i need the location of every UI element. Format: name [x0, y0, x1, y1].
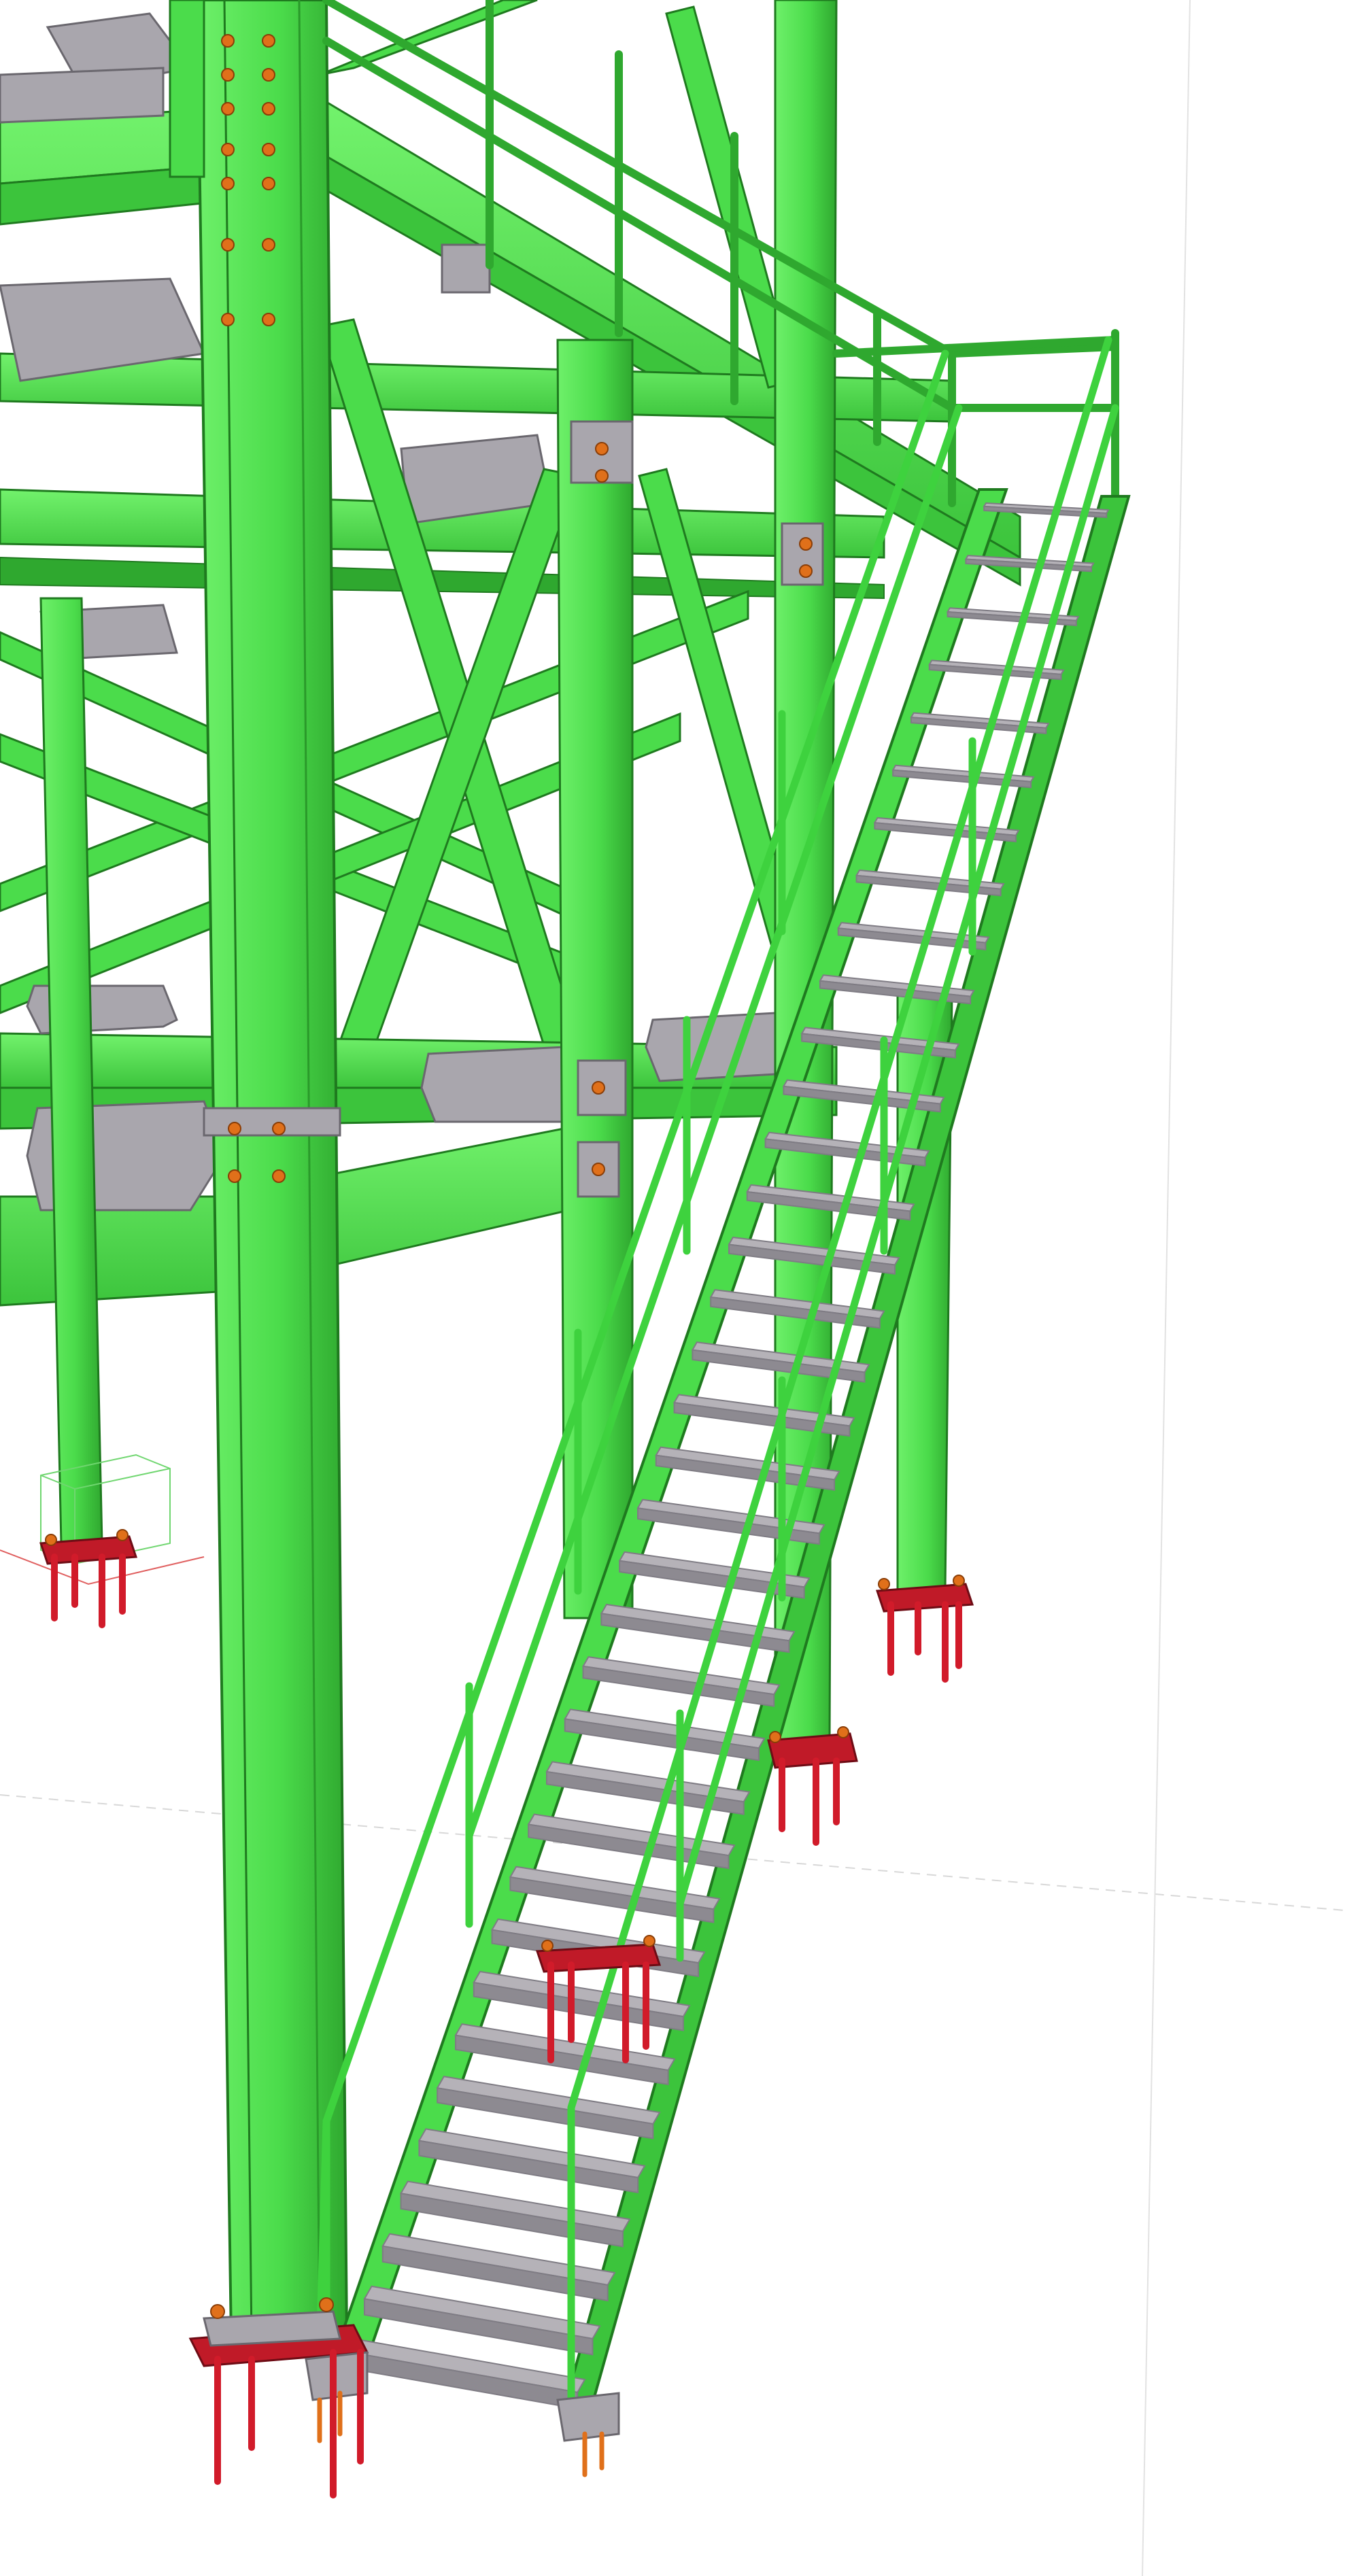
- bolt-icon: [262, 68, 275, 82]
- steel-structure-3d-model[interactable]: [0, 0, 1345, 2576]
- connection-plate: [441, 243, 491, 294]
- bolt-icon: [799, 564, 813, 578]
- bolt-icon: [262, 102, 275, 116]
- bolt-icon: [592, 1081, 605, 1095]
- bolt-icon: [799, 537, 813, 551]
- bolt-icon: [769, 1731, 781, 1743]
- post: [169, 0, 205, 178]
- bolt-icon: [595, 469, 609, 483]
- bolt-icon: [272, 1169, 286, 1183]
- bolt-icon: [262, 34, 275, 48]
- bolt-icon: [45, 1534, 57, 1546]
- gusset-plate: [645, 1012, 790, 1082]
- bolt-icon: [272, 1122, 286, 1135]
- splice-plate: [203, 1107, 341, 1137]
- bolt-icon: [210, 2304, 225, 2319]
- column: [39, 597, 103, 1545]
- bolt-icon: [595, 442, 609, 456]
- bolt-icon: [319, 2297, 334, 2312]
- bolt-icon: [228, 1169, 241, 1183]
- bolt-icon: [221, 34, 235, 48]
- bolt-icon: [262, 143, 275, 156]
- bolt-icon: [221, 313, 235, 326]
- bolt-icon: [221, 143, 235, 156]
- bolt-icon: [541, 1940, 554, 1952]
- base-plate: [556, 2392, 620, 2442]
- bolt-icon: [116, 1529, 129, 1541]
- gusset-plate: [420, 1046, 586, 1123]
- bolt-icon: [221, 102, 235, 116]
- deck-plate: [0, 67, 165, 124]
- main-column: [195, 0, 349, 2340]
- bolt-icon: [837, 1726, 849, 1738]
- bolt-icon: [221, 177, 235, 190]
- bolt-icon: [221, 68, 235, 82]
- model-viewport[interactable]: [0, 0, 1345, 2576]
- bolt-icon: [592, 1163, 605, 1176]
- bolt-icon: [262, 313, 275, 326]
- bolt-icon: [221, 238, 235, 252]
- bolt-icon: [228, 1122, 241, 1135]
- bolt-icon: [953, 1575, 965, 1587]
- bolt-icon: [262, 177, 275, 190]
- grout-pad: [203, 2310, 341, 2347]
- bolt-icon: [878, 1578, 890, 1590]
- bolt-icon: [643, 1935, 656, 1947]
- bolt-icon: [262, 238, 275, 252]
